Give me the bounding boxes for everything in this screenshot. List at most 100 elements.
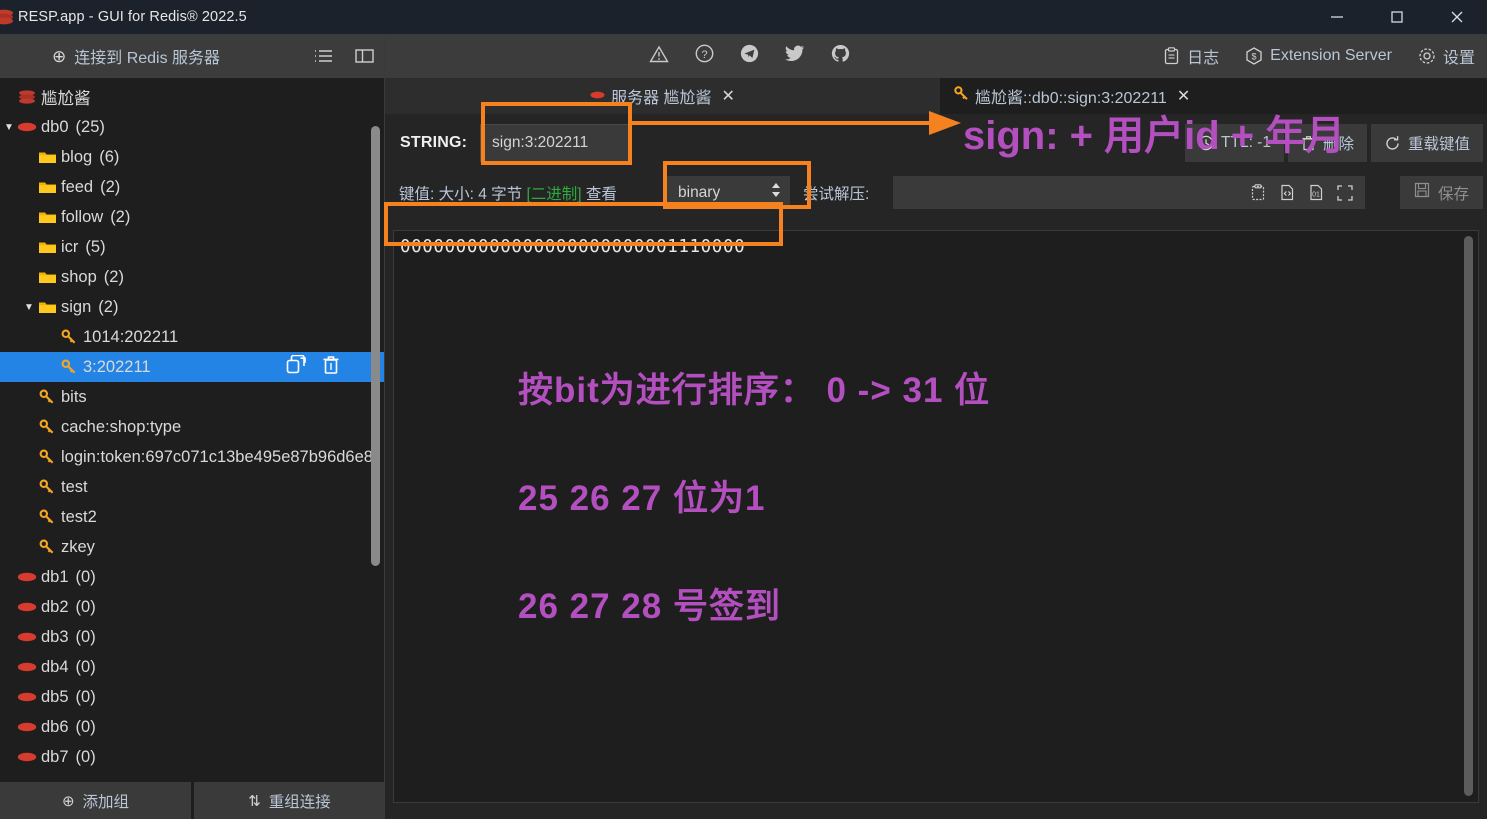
tree-row-label: db7: [41, 747, 69, 766]
fullscreen-icon[interactable]: [1337, 184, 1353, 201]
tree-row[interactable]: db6 (0): [0, 712, 384, 742]
value-scrollbar[interactable]: [1464, 236, 1473, 796]
sidebar-toolbar: ⊕ 连接到 Redis 服务器: [0, 34, 384, 78]
plus-circle-icon: ⊕: [61, 792, 75, 810]
tree-row[interactable]: test2: [0, 502, 384, 532]
sidebar: ⊕ 连接到 Redis 服务器 尴尬酱 ▼ db0 (25) blog (6) …: [0, 34, 385, 819]
tree-row[interactable]: db7 (0): [0, 742, 384, 772]
reconnect-button[interactable]: ⇅ 重组连接: [194, 782, 385, 819]
main-panel: ? 日志 $ Extension Server 设置 服务器 尴尬酱 ✕ 尴尬酱…: [385, 34, 1487, 819]
connect-label: 连接到 Redis 服务器: [74, 50, 221, 67]
tree-row-count: (0): [75, 567, 96, 586]
logs-button[interactable]: 日志: [1163, 44, 1219, 68]
telegram-icon[interactable]: [740, 44, 759, 68]
value-editor[interactable]: 0000000000000000000000001110000: [393, 230, 1479, 803]
paste-icon[interactable]: [1250, 184, 1266, 201]
tree-row[interactable]: 尴尬酱: [0, 82, 384, 112]
main-toolbar-right: 日志 $ Extension Server 设置: [1163, 44, 1475, 68]
key-tree[interactable]: 尴尬酱 ▼ db0 (25) blog (6) feed (2) follow (2) icr (5)…: [0, 78, 384, 782]
key-header-actions: TTL: -1 删除 重载键值: [1185, 124, 1483, 162]
tree-row-label: 尴尬酱: [41, 90, 91, 108]
tree-row[interactable]: db1 (0): [0, 562, 384, 592]
tree-row[interactable]: ▼ db0 (25): [0, 112, 384, 142]
twitter-icon[interactable]: [784, 45, 805, 68]
extension-server-label: Extension Server: [1270, 47, 1392, 64]
code-file-icon[interactable]: [1279, 184, 1295, 201]
tree-row[interactable]: 1014:202211: [0, 322, 384, 352]
tree-row[interactable]: icr (5): [0, 232, 384, 262]
tree-row[interactable]: feed (2): [0, 172, 384, 202]
refresh-icon: [1384, 135, 1401, 152]
key-type-label: STRING:: [400, 134, 468, 151]
trash-icon[interactable]: [322, 355, 340, 380]
tree-row[interactable]: db5 (0): [0, 682, 384, 712]
unzip-select[interactable]: [893, 176, 1275, 209]
delete-key-button[interactable]: 删除: [1287, 124, 1367, 162]
window-controls: [1307, 0, 1487, 34]
tree-row-label: icr: [61, 237, 79, 256]
tree-row-label: db5: [41, 687, 69, 706]
tab-server[interactable]: 服务器 尴尬酱 ✕: [385, 78, 940, 114]
tree-row[interactable]: zkey: [0, 532, 384, 562]
tree-row[interactable]: db3 (0): [0, 622, 384, 652]
tree-row[interactable]: db2 (0): [0, 592, 384, 622]
key-icon: [36, 449, 58, 465]
warning-triangle-icon[interactable]: [649, 45, 669, 68]
tree-row[interactable]: follow (2): [0, 202, 384, 232]
tree-row-label: db2: [41, 597, 69, 616]
tree-row-label: test: [61, 477, 88, 496]
tree-row[interactable]: blog (6): [0, 142, 384, 172]
save-button[interactable]: 保存: [1399, 176, 1483, 209]
chevron-down-icon[interactable]: ▼: [22, 302, 36, 313]
binary-file-icon[interactable]: 01: [1308, 184, 1324, 201]
tree-row-label: db3: [41, 627, 69, 646]
unzip-label: 尝试解压:: [803, 186, 870, 203]
tree-row-count: (0): [75, 747, 96, 766]
ttl-button[interactable]: TTL: -1: [1185, 124, 1284, 162]
split-panel-icon[interactable]: [355, 48, 374, 64]
copy-key-icon[interactable]: [286, 354, 308, 380]
maximize-button[interactable]: [1367, 0, 1427, 34]
tree-row[interactable]: ▼ sign (2): [0, 292, 384, 322]
key-name-input[interactable]: sign:3:202211: [480, 124, 630, 162]
add-group-button[interactable]: ⊕ 添加组: [0, 782, 191, 819]
logs-label: 日志: [1187, 50, 1220, 67]
chevron-down-icon[interactable]: ▼: [2, 122, 16, 133]
tree-row-count: (0): [75, 657, 96, 676]
tree-row-label: cache:shop:type: [61, 417, 182, 436]
tree-row-selected[interactable]: 3:202211: [0, 352, 384, 382]
list-view-icon[interactable]: [314, 48, 333, 64]
tree-row-count: (2): [98, 297, 119, 316]
tree-row-count: (0): [75, 687, 96, 706]
tree-row-count: (25): [75, 117, 105, 136]
key-header: STRING: sign:3:202211 TTL: -1 删除 重载键值: [385, 114, 1487, 172]
db-icon: [16, 601, 38, 613]
tree-row[interactable]: shop (2): [0, 262, 384, 292]
reload-key-button[interactable]: 重载键值: [1370, 124, 1483, 162]
close-button[interactable]: [1427, 0, 1487, 34]
extension-server-button[interactable]: $ Extension Server: [1245, 47, 1392, 65]
folder-icon: [36, 150, 58, 165]
db-icon: [16, 571, 38, 583]
connect-to-redis-button[interactable]: ⊕ 连接到 Redis 服务器: [52, 44, 220, 68]
tree-row[interactable]: login:token:697c071c13be495e87b96d6e8: [0, 442, 384, 472]
close-icon[interactable]: ✕: [722, 86, 735, 106]
title-bar: RESP.app - GUI for Redis® 2022.5: [0, 0, 1487, 34]
tab-key-label: 尴尬酱::db0::sign:3:202211: [975, 90, 1167, 107]
minimize-button[interactable]: [1307, 0, 1367, 34]
tree-row[interactable]: test: [0, 472, 384, 502]
binary-value: 0000000000000000000000001110000: [400, 237, 746, 257]
help-circle-icon[interactable]: ?: [695, 44, 714, 68]
tree-row[interactable]: bits: [0, 382, 384, 412]
key-icon: [36, 419, 58, 435]
tree-row[interactable]: cache:shop:type: [0, 412, 384, 442]
folder-icon: [36, 270, 58, 285]
tab-key[interactable]: 尴尬酱::db0::sign:3:202211 ✕: [940, 78, 1205, 114]
format-select[interactable]: binary: [667, 176, 790, 209]
close-icon[interactable]: ✕: [1177, 86, 1190, 106]
tree-scrollbar[interactable]: [371, 126, 380, 566]
tree-row[interactable]: db4 (0): [0, 652, 384, 682]
github-icon[interactable]: [831, 44, 850, 68]
app-window: RESP.app - GUI for Redis® 2022.5 ⊕ 连接到 R…: [0, 0, 1487, 819]
settings-button[interactable]: 设置: [1418, 44, 1475, 68]
